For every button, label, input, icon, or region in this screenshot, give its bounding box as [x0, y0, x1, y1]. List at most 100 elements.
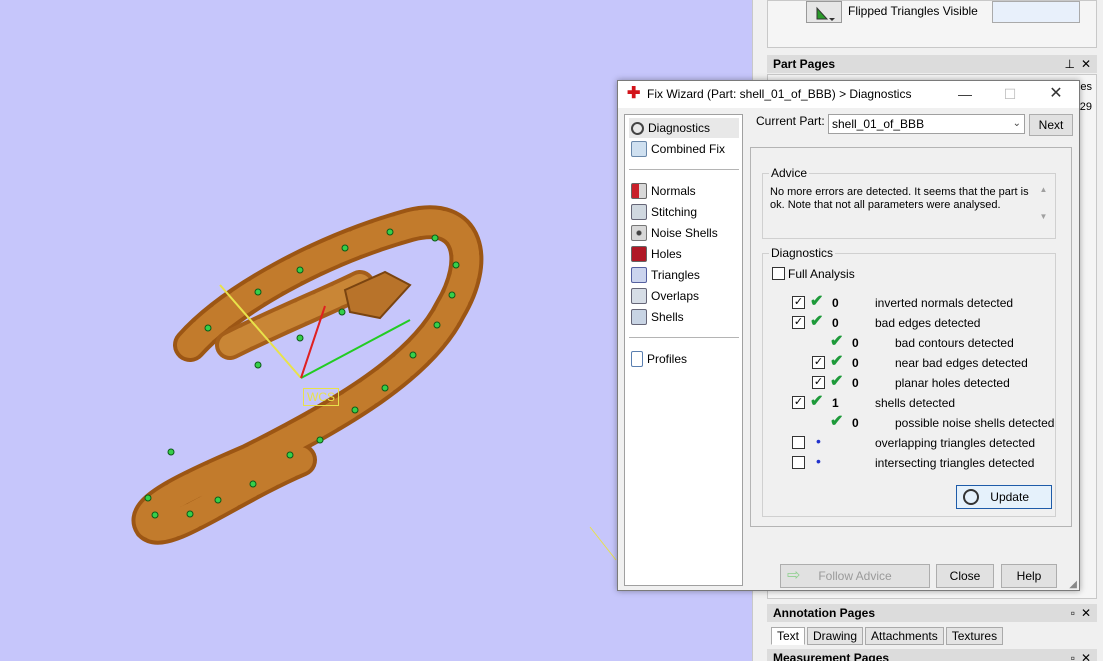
- overlapping-triangles-label: overlapping triangles detected: [875, 436, 1036, 450]
- flipped-triangles-toggle[interactable]: [806, 1, 842, 23]
- nav-label: Noise Shells: [651, 226, 718, 240]
- tab-text[interactable]: Text: [771, 627, 806, 645]
- advice-text: No more errors are detected. It seems th…: [770, 186, 1029, 211]
- dialog-title: Fix Wizard (Part: shell_01_of_BBB) > Dia…: [647, 87, 912, 101]
- close-button[interactable]: ✕: [1046, 85, 1066, 103]
- fix-wizard-dialog: ✚ Fix Wizard (Part: shell_01_of_BBB) > D…: [617, 80, 1080, 591]
- close-icon[interactable]: ✕: [1081, 649, 1091, 661]
- update-button[interactable]: Update: [956, 485, 1052, 509]
- view-cube-preview[interactable]: [992, 1, 1080, 23]
- nav-item-combined-fix[interactable]: Combined Fix: [629, 139, 739, 159]
- intersecting-triangles-checkbox[interactable]: [792, 456, 805, 469]
- maximize-button[interactable]: ☐: [1000, 85, 1020, 103]
- bad-edges-checkbox[interactable]: ✓: [792, 316, 805, 329]
- planar-holes-count: 0: [852, 376, 859, 390]
- nav-item-normals[interactable]: Normals: [629, 181, 739, 201]
- tab-drawing[interactable]: Drawing: [807, 627, 864, 645]
- nav-item-profiles[interactable]: Profiles: [629, 349, 739, 369]
- nav-item-triangles[interactable]: Triangles: [629, 265, 739, 285]
- nav-item-overlaps[interactable]: Overlaps: [629, 286, 739, 306]
- annotation-pages-title: Annotation Pages: [773, 606, 876, 620]
- triangles-icon: [631, 267, 647, 283]
- right-arrow-icon: ⇨: [787, 567, 801, 584]
- normals-cube-icon: [631, 183, 647, 199]
- help-button[interactable]: Help: [1001, 564, 1057, 588]
- nav-label: Combined Fix: [651, 142, 726, 156]
- close-dialog-button[interactable]: Close: [936, 564, 994, 588]
- ok-check-icon: ✔: [830, 353, 844, 370]
- advice-title: Advice: [769, 166, 810, 180]
- resize-grip-icon[interactable]: ◢: [1069, 579, 1077, 590]
- inverted-normals-label: inverted normals detected: [875, 296, 1014, 310]
- nav-label: Stitching: [651, 205, 698, 219]
- document-icon: [631, 351, 643, 367]
- dialog-titlebar[interactable]: ✚ Fix Wizard (Part: shell_01_of_BBB) > D…: [618, 81, 1079, 108]
- follow-advice-button[interactable]: ⇨ Follow Advice: [780, 564, 930, 588]
- nav-item-noise-shells[interactable]: Noise Shells: [629, 223, 739, 243]
- flipped-triangles-label: Flipped Triangles Visible: [848, 4, 978, 18]
- current-part-select[interactable]: shell_01_of_BBB ⌄: [828, 114, 1025, 134]
- noise-shells-label: possible noise shells detected: [895, 416, 1055, 430]
- noise-shells-icon: [631, 225, 647, 241]
- close-icon[interactable]: ✕: [1081, 55, 1091, 73]
- holes-icon: [631, 246, 647, 262]
- not-analysed-dot-icon: •: [816, 453, 821, 469]
- ok-check-icon: ✔: [830, 333, 844, 350]
- partial-tab-label[interactable]: es: [1080, 81, 1092, 93]
- tab-textures[interactable]: Textures: [945, 627, 1004, 645]
- maximize-icon[interactable]: ▫: [1071, 649, 1075, 661]
- full-analysis-checkbox[interactable]: [772, 267, 785, 280]
- part-pages-title: Part Pages: [773, 57, 836, 71]
- follow-advice-label: Follow Advice: [818, 569, 892, 583]
- stitching-icon: [631, 204, 647, 220]
- bad-edges-count: 0: [832, 316, 839, 330]
- shells-checkbox[interactable]: ✓: [792, 396, 805, 409]
- near-bad-edges-count: 0: [852, 356, 859, 370]
- bad-edges-label: bad edges detected: [875, 316, 981, 330]
- nav-separator: [629, 337, 739, 338]
- minimize-button[interactable]: —: [955, 85, 975, 103]
- nav-label: Diagnostics: [648, 121, 711, 135]
- overlapping-triangles-checkbox[interactable]: [792, 436, 805, 449]
- maximize-icon[interactable]: ▫: [1071, 604, 1075, 622]
- nav-item-shells[interactable]: Shells: [629, 307, 739, 327]
- ok-check-icon: ✔: [810, 293, 824, 310]
- advice-scrollbar[interactable]: ▲ ▼: [1037, 185, 1050, 233]
- update-label: Update: [990, 490, 1029, 504]
- annotation-pages-header: Annotation Pages ▫ ✕: [767, 604, 1097, 622]
- nav-label: Overlaps: [651, 289, 700, 303]
- nav-item-diagnostics[interactable]: Diagnostics: [629, 118, 739, 138]
- nav-item-holes[interactable]: Holes: [629, 244, 739, 264]
- magnifier-icon: [963, 489, 979, 505]
- near-bad-edges-label: near bad edges detected: [895, 356, 1028, 370]
- ok-check-icon: ✔: [830, 373, 844, 390]
- wizard-nav: Diagnostics Combined Fix Normals Stitchi…: [624, 114, 743, 586]
- nav-label: Profiles: [647, 352, 688, 366]
- inverted-normals-checkbox[interactable]: ✓: [792, 296, 805, 309]
- planar-holes-checkbox[interactable]: ✓: [812, 376, 825, 389]
- measurement-pages-header: Measurement Pages ▫ ✕: [767, 649, 1097, 661]
- full-analysis-label: Full Analysis: [788, 267, 855, 281]
- noise-shells-count: 0: [852, 416, 859, 430]
- diagnostics-title: Diagnostics: [769, 246, 836, 260]
- nav-label: Shells: [651, 310, 684, 324]
- tab-attachments[interactable]: Attachments: [865, 627, 944, 645]
- part-pages-header: Part Pages ⊥ ✕: [767, 55, 1097, 73]
- flipped-triangle-icon: [816, 6, 835, 21]
- annotation-tabs: Text Drawing Attachments Textures: [771, 627, 1004, 645]
- inverted-normals-count: 0: [832, 296, 839, 310]
- red-cross-icon: ✚: [627, 85, 641, 102]
- nav-separator: [629, 169, 739, 170]
- next-button[interactable]: Next: [1029, 114, 1073, 136]
- measurement-pages-title: Measurement Pages: [773, 651, 890, 661]
- nav-item-stitching[interactable]: Stitching: [629, 202, 739, 222]
- near-bad-edges-checkbox[interactable]: ✓: [812, 356, 825, 369]
- close-icon[interactable]: ✕: [1081, 604, 1091, 622]
- intersecting-triangles-label: intersecting triangles detected: [875, 456, 1035, 470]
- pin-icon[interactable]: ⊥: [1065, 55, 1075, 73]
- bad-contours-count: 0: [852, 336, 859, 350]
- display-options-box: Flipped Triangles Visible: [767, 0, 1097, 48]
- wcs-label: WCS: [303, 388, 339, 406]
- chevron-down-icon: ⌄: [1012, 118, 1021, 129]
- ok-check-icon: ✔: [810, 393, 824, 410]
